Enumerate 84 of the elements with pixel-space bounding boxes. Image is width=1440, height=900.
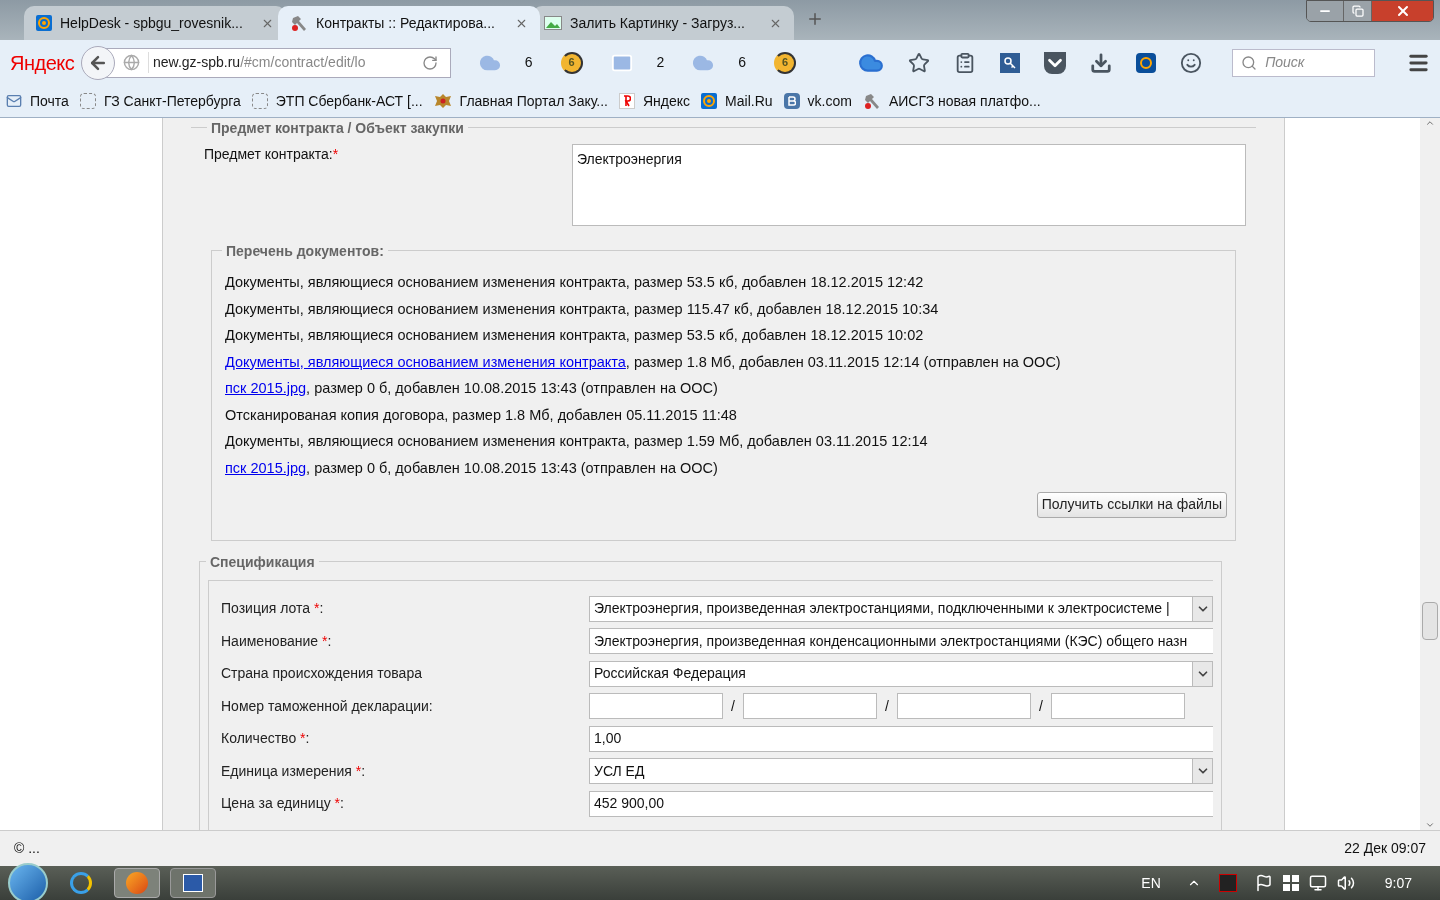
new-tab-icon[interactable] bbox=[806, 10, 824, 28]
scrollbar[interactable] bbox=[1420, 118, 1440, 830]
separator-slash: / bbox=[884, 696, 890, 716]
document-link[interactable]: пск 2015.jpg bbox=[225, 380, 307, 396]
separator-slash: / bbox=[730, 696, 736, 716]
declaration-number-field[interactable] bbox=[743, 693, 877, 720]
chat-icon[interactable] bbox=[1180, 51, 1203, 74]
status-datetime: 22 Дек 09:07 bbox=[1344, 839, 1426, 858]
pocket-icon[interactable] bbox=[1044, 51, 1067, 74]
weather-reading: 6 bbox=[738, 53, 747, 72]
emblem-icon bbox=[433, 92, 452, 110]
volume-icon[interactable] bbox=[1336, 874, 1355, 892]
document-link[interactable]: пск 2015.jpg bbox=[225, 459, 307, 476]
coin-badge[interactable]: 6 bbox=[774, 51, 797, 74]
scroll-up-icon[interactable] bbox=[1425, 118, 1435, 128]
field-label: Позиция лота *: bbox=[221, 599, 325, 619]
field-label: Единица измерения *: bbox=[221, 761, 367, 781]
scroll-thumb[interactable] bbox=[1422, 602, 1438, 640]
restore-icon bbox=[1351, 5, 1364, 17]
close-window-button[interactable] bbox=[1371, 1, 1433, 21]
scroll-down-icon[interactable] bbox=[1425, 820, 1435, 830]
bookmark-link[interactable]: Mail.Ru bbox=[725, 90, 773, 112]
status-text: © ... bbox=[14, 839, 40, 858]
mail-count: 2 bbox=[656, 53, 665, 72]
weather-reading: 6 bbox=[524, 53, 533, 72]
bookmark-link[interactable]: ГЗ Санкт-Петербурга bbox=[103, 90, 241, 112]
coin-badge[interactable]: 6 bbox=[560, 51, 583, 74]
document-entry: Документы, являющиеся основанием изменения контракта, размер 53.5 кб, добавлен 18.12.2015 12:42 bbox=[225, 273, 925, 291]
select-field[interactable]: Электроэнергия, произведенная электростанциями, подключенными к электросистеме | bbox=[589, 595, 1213, 622]
flag-icon[interactable] bbox=[1254, 874, 1273, 892]
select-field[interactable]: УСЛ ЕД bbox=[589, 758, 1213, 785]
document-entry: Отсканированая копия договора, размер 1.8 Мб, добавлен 05.11.2015 11:48 bbox=[225, 405, 738, 424]
bookmark-link[interactable]: Главная Портал Заку... bbox=[459, 90, 608, 112]
select-field[interactable]: Российская Федерация bbox=[589, 660, 1213, 687]
declaration-number-field[interactable] bbox=[589, 693, 723, 720]
blank-page-icon bbox=[251, 93, 268, 109]
declaration-number-field[interactable] bbox=[897, 693, 1031, 720]
document-entry: Документы, являющиеся основанием изменения контракта, размер 115.47 кб, добавлен 18.12.2015 10:34 bbox=[225, 299, 940, 318]
get-links-button[interactable]: Получить ссылки на файлы bbox=[1036, 491, 1227, 518]
field-label: Страна происхождения товара bbox=[221, 664, 423, 684]
pdf-tray-icon[interactable] bbox=[1218, 874, 1237, 892]
field-label: Количество *: bbox=[221, 729, 311, 749]
field-label: Номер таможенной декларации: bbox=[221, 696, 434, 716]
declaration-number-field[interactable] bbox=[1051, 693, 1185, 720]
start-button[interactable] bbox=[8, 863, 48, 900]
text-field[interactable]: Электроэнергия, произведенная конденсационными электростанциями (КЭС) общего назн bbox=[589, 628, 1213, 655]
reload-icon[interactable] bbox=[421, 54, 438, 71]
bookmark-link[interactable]: ЭТП Сбербанк-АСТ [... bbox=[275, 90, 423, 112]
restore-button[interactable] bbox=[1343, 1, 1371, 21]
bookmark-link[interactable]: Почта bbox=[30, 90, 69, 112]
field-label: Цена за единицу *: bbox=[221, 794, 345, 814]
globe-icon bbox=[123, 54, 140, 71]
document-link[interactable]: Документы, являющиеся основанием изменения контракта bbox=[225, 353, 626, 370]
field-label: Предмет контракта:* bbox=[203, 145, 340, 164]
field-label: Наименование *: bbox=[221, 631, 333, 651]
browser-tab[interactable]: Контракты :: Редактирова... bbox=[278, 6, 540, 40]
image-icon bbox=[544, 16, 562, 30]
back-button[interactable] bbox=[81, 45, 115, 80]
search-field[interactable]: Поиск bbox=[1232, 48, 1375, 77]
blank-page-icon bbox=[79, 93, 96, 109]
download-icon[interactable] bbox=[1090, 51, 1113, 74]
document-entry: Документы, являющиеся основанием изменения контракта, размер 1.59 Мб, добавлен 03.11.2015 12:14 bbox=[225, 432, 929, 450]
text-field[interactable]: 1,00 bbox=[589, 725, 1213, 752]
bookmark-link[interactable]: Яндекс bbox=[643, 90, 691, 112]
hammer-icon bbox=[290, 14, 308, 32]
bookmark-star-icon[interactable] bbox=[908, 51, 931, 74]
document-entry: Документы, являющиеся основанием изменения контракта, размер 53.5 кб, добавлен 18.12.2015 10:02 bbox=[225, 326, 925, 344]
search-icon bbox=[1241, 54, 1258, 71]
network-icon[interactable] bbox=[1308, 874, 1327, 892]
password-key-icon[interactable] bbox=[1000, 52, 1021, 73]
language-indicator[interactable]: EN bbox=[1141, 872, 1161, 894]
taskbar-word-icon[interactable] bbox=[170, 868, 216, 898]
bookmark-link[interactable]: vk.com bbox=[807, 90, 852, 112]
subject-textarea[interactable]: Электроэнергия bbox=[572, 144, 1246, 226]
document-entry: пск 2015.jpg, размер 0 б, добавлен 10.08.2015 13:43 (отправлен на ООС) bbox=[225, 458, 719, 477]
separator-slash: / bbox=[1038, 696, 1044, 716]
text-field[interactable]: 452 900,00 bbox=[589, 790, 1213, 817]
document-entry: Документы, являющиеся основанием изменения контракта, размер 1.8 Мб, добавлен 03.11.2015 12:14 (отправлен на ООС) bbox=[225, 352, 1062, 371]
bookmark-link[interactable]: АИСГЗ новая платфо... bbox=[888, 90, 1041, 112]
windows-tray-icon[interactable] bbox=[1282, 875, 1299, 891]
taskbar-clock[interactable]: 9:07 bbox=[1384, 872, 1412, 894]
hammer-icon bbox=[862, 92, 881, 110]
vk-icon bbox=[783, 93, 800, 109]
document-entry: пск 2015.jpg, размер 0 б, добавлен 10.08.2015 13:43 (отправлен на ООС) bbox=[225, 379, 719, 397]
